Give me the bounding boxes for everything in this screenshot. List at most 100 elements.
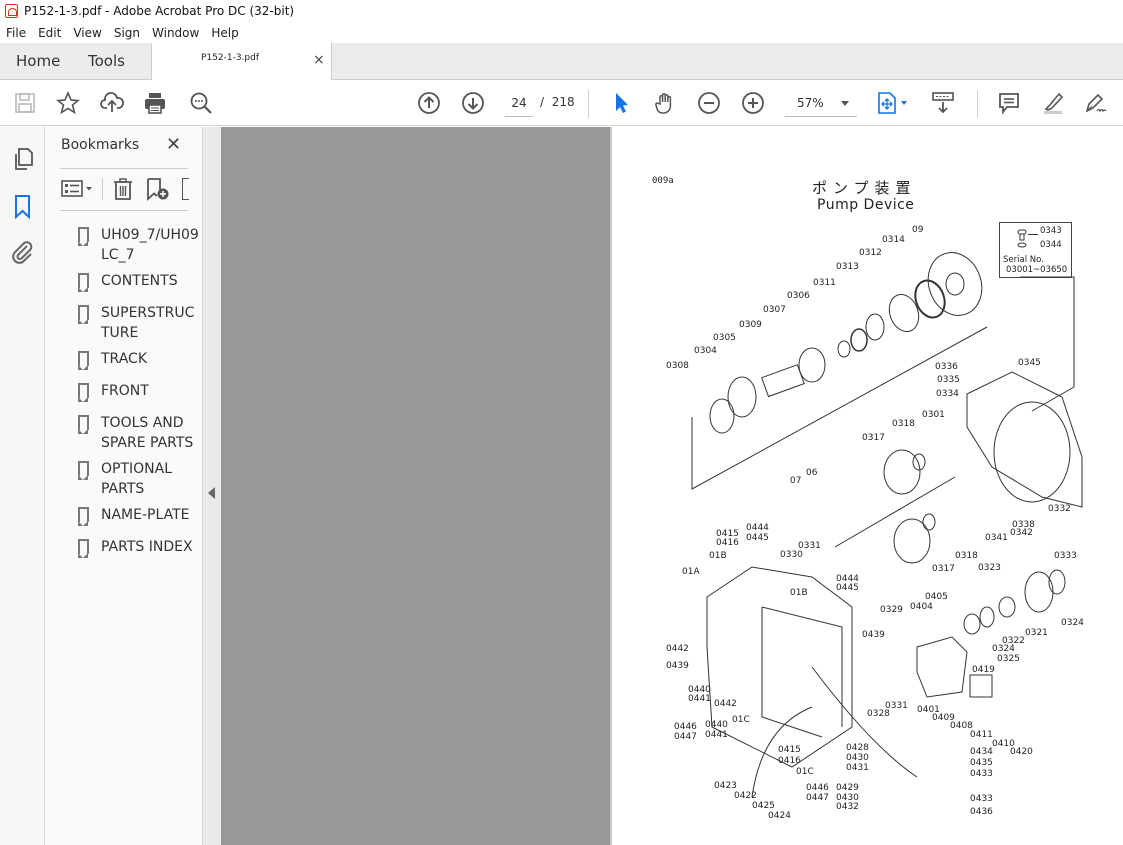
part-label: 0429 — [836, 783, 859, 793]
part-label: 0404 — [910, 602, 933, 612]
next-page-icon[interactable] — [460, 90, 486, 116]
part-label: 0447 — [674, 732, 697, 742]
part-label: 0439 — [666, 661, 689, 671]
pump-body-detail — [761, 606, 843, 738]
part-label: 0415 — [778, 745, 801, 755]
chevron-down-icon — [841, 101, 849, 106]
tab-document-label: P152-1-3.pdf — [201, 53, 260, 63]
part-label: 0420 — [1010, 747, 1033, 757]
previous-page-icon[interactable] — [416, 90, 442, 116]
part-label: 0325 — [997, 654, 1020, 664]
menu-sign[interactable]: Sign — [108, 26, 146, 40]
part-label: 0446 — [674, 722, 697, 732]
panel-divider — [60, 168, 188, 169]
sign-pen-icon[interactable] — [1083, 90, 1109, 116]
part-label: 0446 — [806, 783, 829, 793]
fit-page-icon[interactable] — [876, 90, 910, 116]
bookmark-options-icon[interactable] — [61, 178, 97, 204]
save-icon[interactable] — [12, 90, 38, 116]
left-navigation-rail — [0, 127, 45, 845]
bookmark-icon — [78, 507, 89, 526]
menu-window[interactable]: Window — [146, 26, 205, 40]
part-label: 06 — [806, 468, 818, 478]
delete-bookmark-icon[interactable] — [112, 177, 134, 205]
tab-document[interactable]: P152-1-3.pdf × — [151, 43, 332, 81]
zoom-in-icon[interactable] — [740, 90, 766, 116]
search-zoom-icon[interactable] — [188, 90, 214, 116]
zoom-level-dropdown[interactable]: 57% — [785, 93, 857, 117]
part-label: 09 — [912, 225, 924, 235]
bookmark-icon — [78, 227, 89, 246]
tab-tools[interactable]: Tools — [88, 43, 125, 80]
part-label: 0324 — [992, 644, 1015, 654]
part-label: 0428 — [846, 743, 869, 753]
upload-cloud-icon[interactable] — [99, 90, 125, 116]
gear-pump-0401 — [916, 636, 968, 698]
bearing-0308 — [709, 398, 735, 434]
part-label: 0335 — [937, 375, 960, 385]
part-label: 01C — [732, 715, 750, 725]
bookmarks-panel: Bookmarks ✕ UH09_7/UH09 LC_7 CONTENTS SUP… — [45, 127, 203, 845]
part-label: 0336 — [935, 362, 958, 372]
part-label: 0301 — [922, 410, 945, 420]
part-label: 0329 — [880, 605, 903, 615]
part-label: 0341 — [985, 533, 1008, 543]
add-bookmark-icon[interactable] — [145, 177, 171, 205]
scroll-mode-icon[interactable] — [930, 90, 956, 116]
part-label: 0331 — [885, 701, 908, 711]
hand-tool-icon[interactable] — [652, 90, 678, 116]
zoom-out-icon[interactable] — [696, 90, 722, 116]
total-pages-value: 218 — [551, 95, 575, 109]
bearing-0309 — [798, 347, 826, 383]
menu-help[interactable]: Help — [205, 26, 244, 40]
toolbar-separator — [977, 90, 978, 118]
ring-0306 — [837, 340, 851, 358]
part-label: 0419 — [972, 665, 995, 675]
toolbar-separator — [588, 90, 589, 118]
guide-line — [1020, 276, 1075, 412]
pdf-page: 009a ポンプ装置 Pump Device 0343 0344 Serial … — [610, 127, 1123, 845]
current-page-input[interactable]: 24 — [505, 93, 533, 117]
collapse-panel-arrow-icon[interactable] — [208, 487, 215, 499]
shaft-0305 — [761, 364, 805, 398]
guide-line — [834, 476, 956, 548]
star-icon[interactable] — [55, 90, 81, 116]
comment-icon[interactable] — [996, 90, 1022, 116]
close-tab-icon[interactable]: × — [313, 52, 325, 68]
panel-splitter[interactable] — [203, 127, 221, 845]
bookmarks-icon[interactable] — [12, 194, 34, 224]
document-viewer-background — [221, 127, 610, 845]
menu-edit[interactable]: Edit — [32, 26, 67, 40]
part-label: 0444 — [746, 523, 769, 533]
print-icon[interactable] — [142, 90, 168, 116]
part-label: 0317 — [932, 564, 955, 574]
part-label: 0321 — [1025, 628, 1048, 638]
part-label: 0306 — [787, 291, 810, 301]
part-label: 0434 — [970, 747, 993, 757]
attachments-icon[interactable] — [11, 240, 35, 268]
part-label: 0445 — [746, 533, 769, 543]
menu-file[interactable]: File — [0, 26, 32, 40]
part-label: 0424 — [768, 811, 791, 821]
select-cursor-icon[interactable] — [608, 90, 634, 116]
guide-line — [691, 326, 988, 490]
tab-home[interactable]: Home — [16, 43, 60, 80]
part-label: 0411 — [970, 730, 993, 740]
part-label: 0311 — [813, 278, 836, 288]
page-thumbnails-icon[interactable] — [11, 147, 35, 175]
part-label: 0425 — [752, 801, 775, 811]
part-label: 01C — [796, 767, 814, 777]
more-options-icon[interactable] — [182, 178, 189, 200]
ring-0325 — [963, 613, 981, 635]
ring-0318 — [912, 453, 926, 471]
highlight-pen-icon[interactable] — [1040, 90, 1066, 116]
close-panel-icon[interactable]: ✕ — [166, 134, 181, 155]
panel-toolbar-separator — [102, 178, 103, 200]
part-label: 0442 — [666, 644, 689, 654]
gear-0322 — [998, 596, 1016, 618]
window-title-bar: P152-1-3.pdf - Adobe Acrobat Pro DC (32-… — [0, 0, 1123, 22]
part-label: 0304 — [694, 346, 717, 356]
part-label: 01B — [790, 588, 808, 598]
menu-view[interactable]: View — [67, 26, 107, 40]
part-label: 0308 — [666, 361, 689, 371]
